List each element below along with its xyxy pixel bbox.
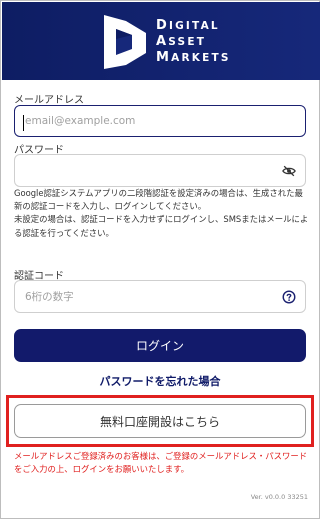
notice-line-2: 未設定の場合は、認証コードを入力せずにログインし、SMSまたはメールによる認証を… — [14, 214, 309, 238]
notice-line-1: Google認証システムアプリの二段階認証を設定済みの場合は、生成された最新の認… — [14, 188, 303, 212]
email-field-wrapper — [14, 105, 306, 137]
two-factor-notice: Google認証システムアプリの二段階認証を設定済みの場合は、生成された最新の認… — [14, 187, 310, 240]
brand-line-1: DIGITAL — [156, 18, 220, 33]
auth-code-field-wrapper — [14, 280, 306, 313]
auth-code-field[interactable] — [15, 281, 305, 312]
eye-off-icon[interactable] — [282, 164, 296, 178]
dam-logo-icon — [104, 15, 146, 69]
text-caret — [23, 115, 24, 131]
brand-line-2: ASSET — [156, 34, 207, 49]
brand-wordmark: DIGITAL ASSET MARKETS — [156, 18, 231, 66]
open-account-button[interactable]: 無料口座開設はこちら — [14, 404, 306, 438]
version-label: Ver. v0.0.0 33251 — [250, 493, 308, 501]
email-field[interactable] — [15, 106, 305, 136]
login-screen: DIGITAL ASSET MARKETS メールアドレス パスワード Goog… — [0, 0, 320, 519]
login-button[interactable]: ログイン — [14, 329, 306, 362]
registered-user-warning: メールアドレスご登録済みのお客様は、ご登録のメールアドレス・パスワードをご入力の… — [14, 451, 308, 475]
brand-line-3: MARKETS — [156, 50, 231, 65]
password-field-wrapper — [14, 154, 306, 187]
app-header: DIGITAL ASSET MARKETS — [2, 2, 320, 80]
question-circle-icon[interactable] — [282, 290, 296, 304]
forgot-password-link[interactable]: パスワードを忘れた場合 — [1, 373, 319, 389]
password-field[interactable] — [15, 155, 305, 186]
email-label: メールアドレス — [14, 95, 84, 106]
